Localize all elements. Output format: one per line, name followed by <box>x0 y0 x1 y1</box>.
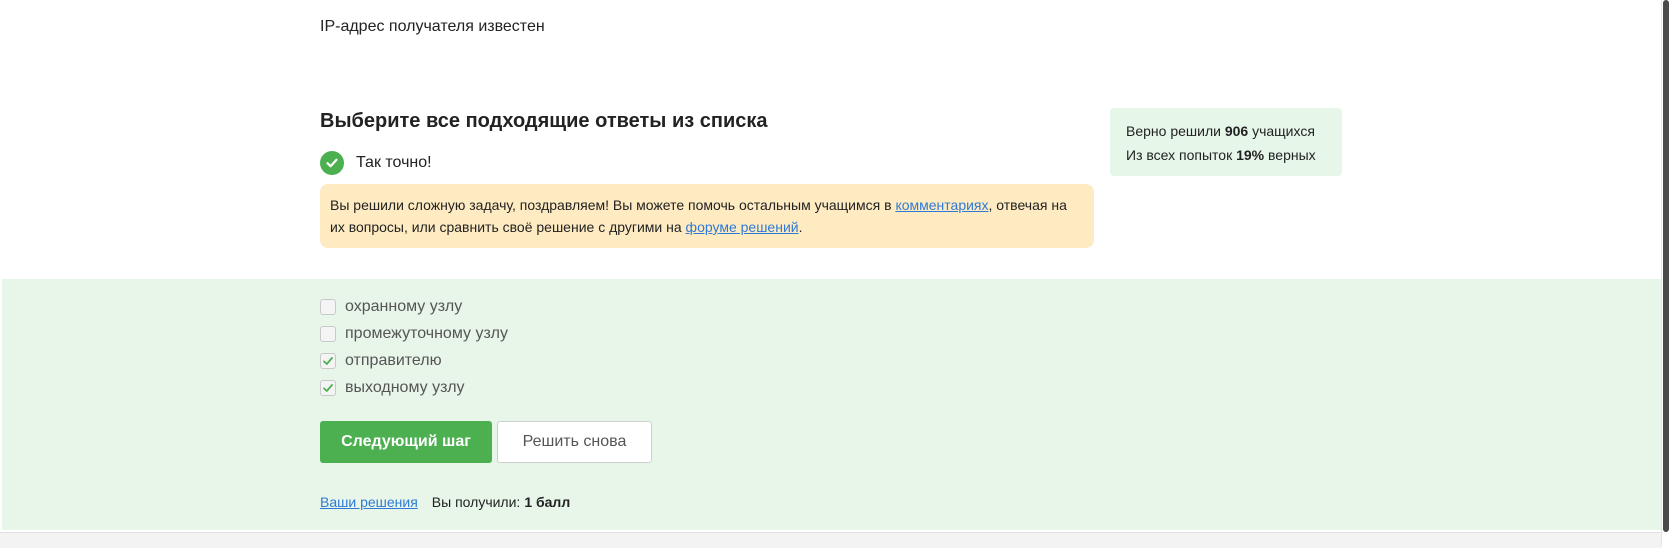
option-sender[interactable]: отправителю <box>320 352 442 370</box>
checkmark-icon <box>323 357 333 365</box>
attempts-percent: 19% <box>1236 147 1265 163</box>
attempts-line: Из всех попыток 19% верных <box>1126 143 1326 167</box>
option-label: охранному узлу <box>345 298 463 315</box>
solve-again-button[interactable]: Решить снова <box>497 421 652 463</box>
option-guard-node[interactable]: охранному узлу <box>320 298 462 316</box>
congrats-notice: Вы решили сложную задачу, поздравляем! В… <box>320 184 1094 248</box>
scrollbar-thumb[interactable] <box>1663 0 1669 532</box>
option-middle-node[interactable]: промежуточному узлу <box>320 325 508 343</box>
result-row: Так точно! <box>320 151 432 175</box>
option-label: промежуточному узлу <box>345 325 508 342</box>
solved-prefix: Верно решили <box>1126 123 1225 139</box>
checkbox-unchecked[interactable] <box>320 326 336 342</box>
answer-panel <box>2 279 1661 530</box>
score-value: 1 балл <box>524 494 571 510</box>
notice-text-1: Вы решили сложную задачу, поздравляем! В… <box>330 197 896 213</box>
attempts-suffix: верных <box>1264 147 1316 163</box>
checkmark-icon <box>323 384 333 392</box>
footer-row: Ваши решения Вы получили: 1 балл <box>320 494 570 510</box>
stats-box: Верно решили 906 учащихся Из всех попыто… <box>1110 108 1342 176</box>
result-text: Так точно! <box>356 154 432 171</box>
question-heading: Выберите все подходящие ответы из списка <box>320 110 768 132</box>
check-circle-icon <box>320 151 344 175</box>
your-solutions-link[interactable]: Ваши решения <box>320 494 418 510</box>
option-label: выходному узлу <box>345 379 465 396</box>
solved-count-line: Верно решили 906 учащихся <box>1126 119 1326 143</box>
previous-option-text: IP-адрес получателя известен <box>320 18 545 35</box>
checkbox-checked[interactable] <box>320 380 336 396</box>
option-exit-node[interactable]: выходному узлу <box>320 379 465 397</box>
option-label: отправителю <box>345 352 442 369</box>
checkbox-checked[interactable] <box>320 353 336 369</box>
solved-suffix: учащихся <box>1248 123 1315 139</box>
attempts-prefix: Из всех попыток <box>1126 147 1237 163</box>
comments-link[interactable]: комментариях <box>895 197 988 213</box>
checkbox-unchecked[interactable] <box>320 299 336 315</box>
score-label: Вы получили: <box>431 494 521 510</box>
notice-text-3: . <box>798 219 803 235</box>
solved-count: 906 <box>1224 123 1249 139</box>
bottom-strip <box>0 532 1661 548</box>
next-step-button[interactable]: Следующий шаг <box>320 421 492 463</box>
solutions-forum-link[interactable]: форуме решений <box>686 219 799 235</box>
